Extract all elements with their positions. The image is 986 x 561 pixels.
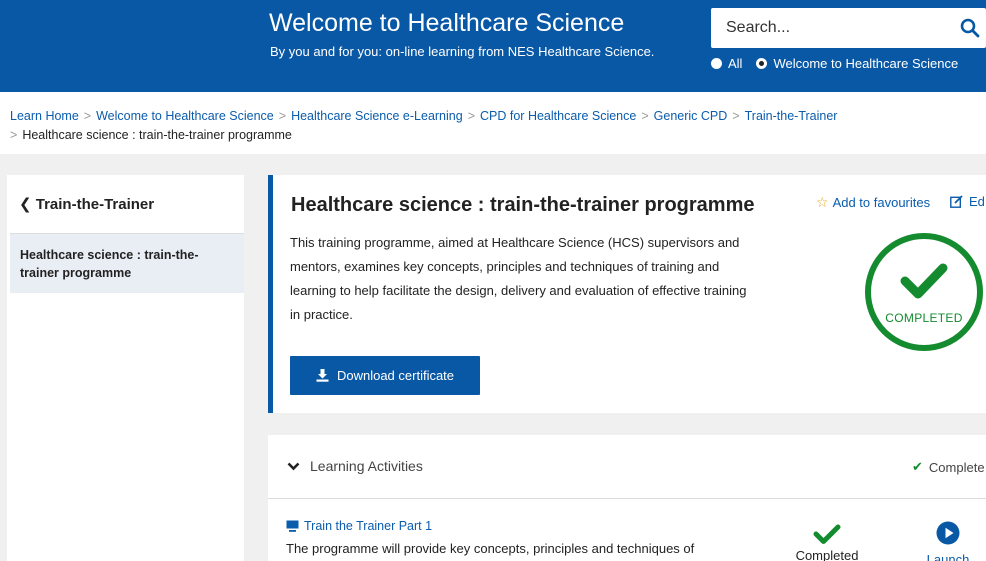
breadcrumb-separator: > [467, 109, 476, 123]
edit-link[interactable]: Ed [950, 194, 985, 209]
site-subtitle: By you and for you: on-line learning fro… [270, 44, 655, 59]
favourites-label: Add to favourites [832, 195, 931, 210]
learning-activities-label: Learning Activities [310, 458, 423, 474]
course-description: This training programme, aimed at Health… [290, 235, 747, 322]
section-status: ✔ Complete [912, 459, 985, 475]
breadcrumb: Learn Home > Welcome to Healthcare Science… [10, 107, 970, 145]
breadcrumb-separator: > [278, 109, 287, 123]
breadcrumb-separator: > [641, 109, 649, 123]
search-icon[interactable] [959, 17, 981, 39]
activity-title: Train the Trainer Part 1 [304, 519, 433, 533]
site-title[interactable]: Welcome to Healthcare Science [269, 9, 624, 38]
download-certificate-button[interactable]: Download certificate [290, 356, 480, 395]
scope-site-label[interactable]: Welcome to Healthcare Science [773, 56, 958, 71]
add-to-favourites-link[interactable]: ☆ Add to favourites [816, 194, 930, 211]
monitor-icon [286, 520, 299, 532]
scope-all-radio[interactable] [711, 58, 722, 69]
breadcrumb-link[interactable]: Train-the-Trainer [745, 109, 838, 123]
checkmark-icon [900, 263, 948, 299]
download-icon [316, 369, 329, 382]
breadcrumb-separator: > [83, 109, 92, 123]
star-icon: ☆ [816, 194, 829, 210]
edit-label: Ed [969, 194, 985, 209]
breadcrumb-link[interactable]: Generic CPD [654, 109, 728, 123]
sidebar-back-label: Train-the-Trainer [35, 196, 155, 213]
section-status-label: Complete [928, 459, 985, 475]
download-certificate-label: Download certificate [336, 368, 455, 383]
play-icon [936, 521, 960, 545]
activity-status-label: Completed [795, 548, 859, 561]
course-card: Healthcare science : train-the-trainer p… [268, 175, 986, 413]
breadcrumb-link[interactable]: Learn Home [10, 109, 79, 123]
page-title: Healthcare science : train-the-trainer p… [291, 194, 755, 216]
chevron-down-icon [287, 462, 300, 470]
activity-description: The programme will provide key concepts,… [286, 541, 695, 556]
edit-icon [950, 195, 963, 208]
breadcrumb-link[interactable]: Welcome to Healthcare Science [96, 109, 274, 123]
breadcrumb-link[interactable]: CPD for Healthcare Science [480, 109, 636, 123]
breadcrumb-separator: > [10, 128, 18, 142]
status-badge: COMPLETED [885, 311, 963, 325]
breadcrumb-link[interactable]: Healthcare Science e-Learning [291, 109, 463, 123]
sidebar-back-link[interactable]: ❮ Train-the-Trainer [19, 195, 154, 213]
activity-link[interactable]: Train the Trainer Part 1 [286, 519, 432, 533]
breadcrumb-separator: > [732, 109, 740, 123]
search-placeholder: Search... [726, 19, 791, 36]
checkmark-icon [813, 524, 841, 544]
activity-status: Completed [794, 523, 860, 561]
learning-activities-toggle[interactable]: Learning Activities [287, 458, 423, 474]
search-input[interactable]: Search... [711, 8, 986, 48]
sidebar: ❮ Train-the-Trainer Healthcare science :… [7, 175, 244, 561]
breadcrumb-bar: Learn Home > Welcome to Healthcare Science… [0, 92, 986, 154]
scope-site-radio[interactable] [756, 58, 768, 69]
launch-label: Launch [926, 552, 970, 561]
search-scope: All Welcome to Healthcare Science [711, 56, 972, 71]
scope-all-label[interactable]: All [728, 56, 742, 71]
breadcrumb-current: Healthcare science : train-the-trainer p… [22, 128, 292, 142]
check-icon: ✔ [912, 459, 923, 474]
learning-activities-header[interactable]: Learning Activities ✔ Complete [268, 435, 986, 499]
sidebar-item-active[interactable]: Healthcare science : train-the-trainer p… [10, 234, 244, 293]
chevron-left-icon: ❮ [19, 196, 32, 213]
launch-button[interactable]: Launch [926, 521, 970, 561]
completed-badge: COMPLETED [865, 233, 983, 351]
site-header: Welcome to Healthcare Science By you and… [0, 0, 986, 92]
learning-activities-panel: Learning Activities ✔ Complete Train the… [268, 435, 986, 561]
